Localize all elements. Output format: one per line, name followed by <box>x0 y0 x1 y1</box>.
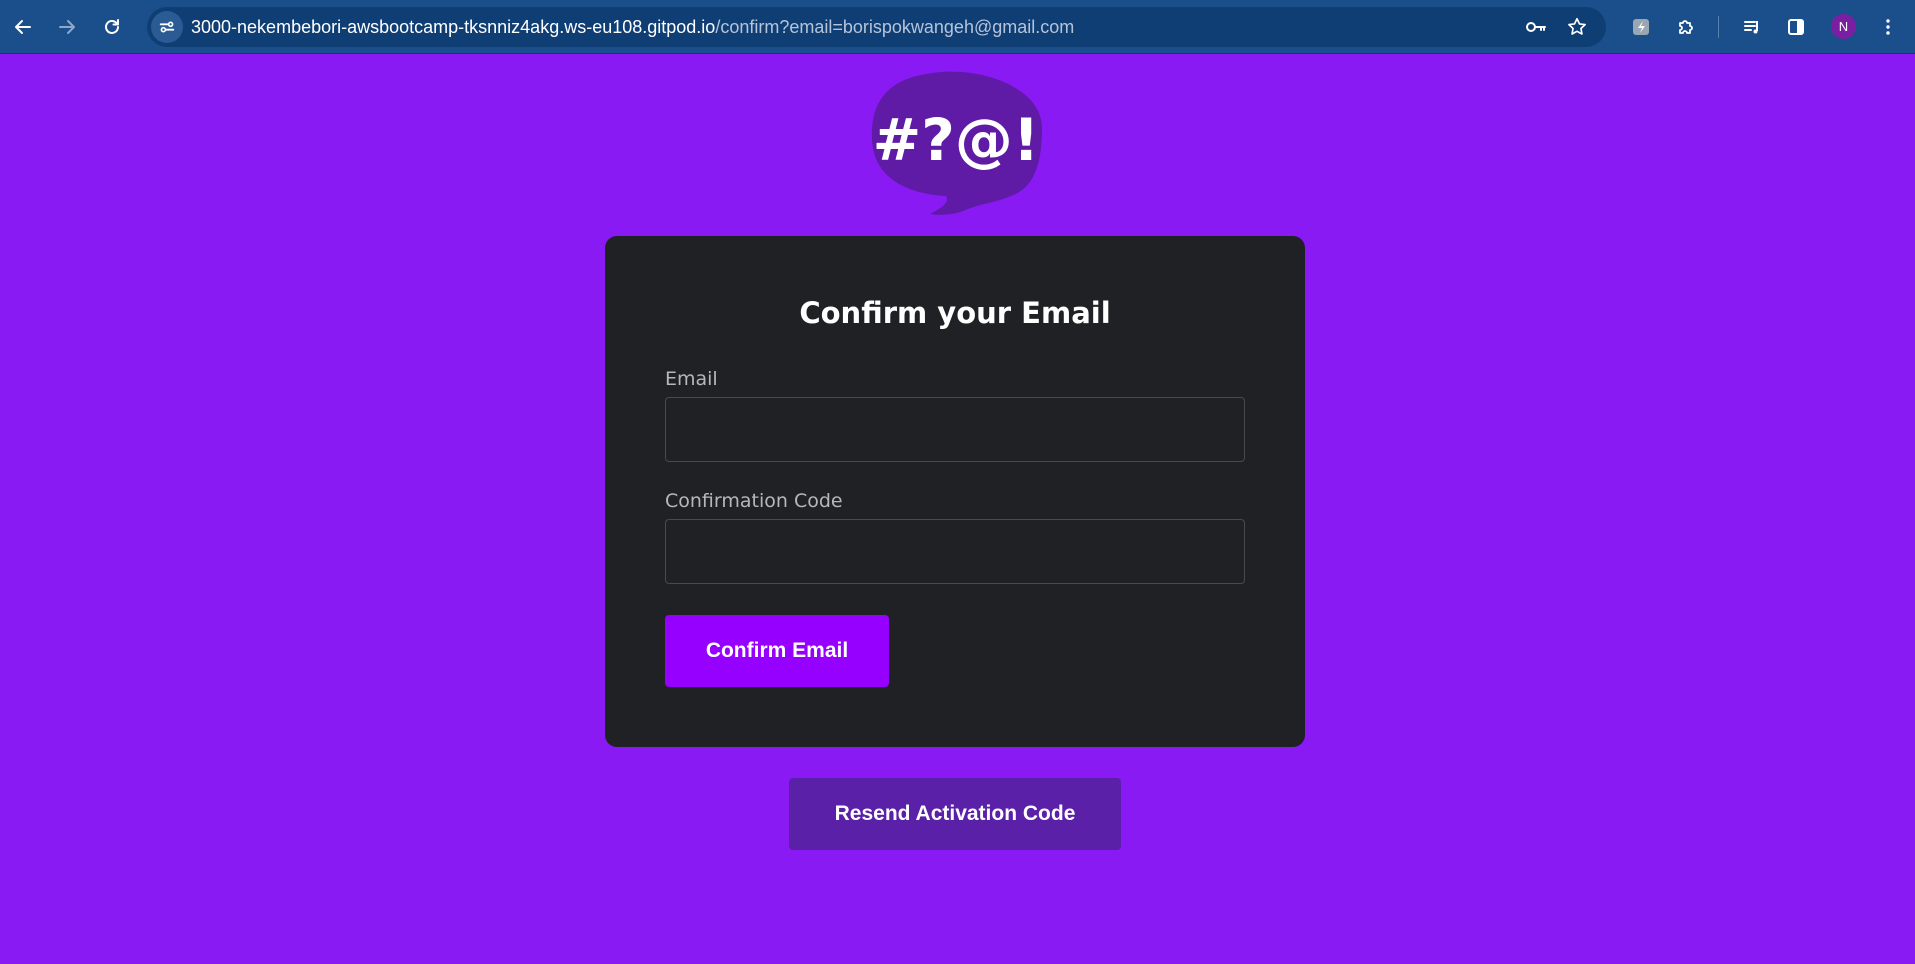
site-info-icon[interactable] <box>151 11 183 43</box>
back-icon[interactable] <box>5 9 41 45</box>
url-text[interactable]: 3000-nekembebori-awsbootcamp-tksnniz4akg… <box>191 7 1074 47</box>
confirm-card: Confirm your Email Email Confirmation Co… <box>605 236 1305 747</box>
browser-toolbar: 3000-nekembebori-awsbootcamp-tksnniz4akg… <box>0 0 1915 54</box>
confirmation-code-field[interactable] <box>665 519 1245 584</box>
profile-avatar[interactable]: N <box>1831 14 1856 39</box>
url-host: 3000-nekembebori-awsbootcamp-tksnniz4akg… <box>191 17 716 37</box>
star-icon[interactable] <box>1565 15 1589 39</box>
url-path: /confirm?email=borispokwangeh@gmail.com <box>715 17 1075 37</box>
resend-activation-code-button[interactable]: Resend Activation Code <box>789 778 1121 850</box>
app-logo: #?@! <box>866 68 1046 216</box>
toolbar-separator <box>1718 16 1719 38</box>
forward-icon[interactable] <box>49 9 85 45</box>
page-title: Confirm your Email <box>799 296 1111 330</box>
menu-icon[interactable] <box>1870 9 1906 45</box>
email-field[interactable] <box>665 397 1245 462</box>
logo-text: #?@! <box>873 106 1040 174</box>
extension-app-icon[interactable] <box>1623 9 1659 45</box>
media-icon[interactable] <box>1734 9 1770 45</box>
reload-icon[interactable] <box>94 9 130 45</box>
email-label: Email <box>665 368 718 390</box>
confirm-email-button[interactable]: Confirm Email <box>665 615 889 687</box>
confirmation-code-label: Confirmation Code <box>665 490 843 512</box>
side-panel-icon[interactable] <box>1778 9 1814 45</box>
key-icon[interactable] <box>1524 15 1548 39</box>
address-bar[interactable]: 3000-nekembebori-awsbootcamp-tksnniz4akg… <box>147 7 1606 47</box>
puzzle-icon[interactable] <box>1668 9 1704 45</box>
